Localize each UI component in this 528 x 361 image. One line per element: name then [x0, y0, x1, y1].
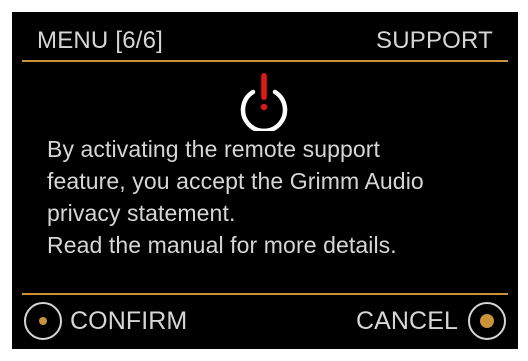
cancel-button[interactable]: CANCEL [356, 299, 506, 343]
knob-press-icon [24, 302, 62, 340]
confirm-button[interactable]: CONFIRM [24, 299, 187, 343]
message-line: By activating the remote support [47, 136, 381, 162]
message-line: feature, you accept the Grimm Audio [47, 168, 424, 194]
section-title: SUPPORT [376, 27, 493, 54]
knob-dot [480, 314, 494, 328]
confirm-label: CONFIRM [70, 307, 188, 335]
power-warning-icon [240, 73, 288, 131]
knob-dot [39, 317, 47, 325]
message-line: Read the manual for more details. [47, 232, 397, 258]
menu-position-label: MENU [6/6] [37, 27, 164, 54]
device-display: MENU [6/6] SUPPORT By activating the rem… [12, 12, 518, 349]
cancel-label: CANCEL [355, 307, 458, 335]
footer-divider [22, 293, 508, 295]
support-message: By activating the remote support feature… [47, 133, 487, 261]
header-bar: MENU [6/6] SUPPORT [12, 12, 518, 62]
message-line: privacy statement. [47, 200, 236, 226]
header-divider [22, 60, 508, 62]
knob-press-icon [468, 302, 506, 340]
